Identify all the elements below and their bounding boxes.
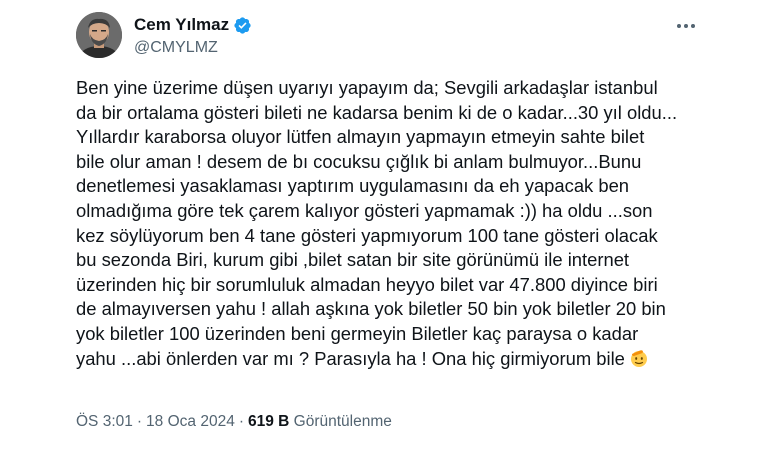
meta-separator: · bbox=[238, 413, 244, 430]
views-count: 619 B bbox=[247, 413, 290, 430]
display-name[interactable]: Cem Yılmaz bbox=[134, 15, 229, 35]
more-options-icon[interactable] bbox=[674, 16, 698, 36]
handle[interactable]: @CMYLMZ bbox=[134, 39, 252, 57]
tweet-text: Ben yine üzerime düşen uyarıyı yapayım d… bbox=[76, 76, 696, 371]
tweet-line: bu sezonda Biri, kurum gibi ,bilet satan… bbox=[76, 249, 630, 271]
tweet-date[interactable]: 18 Oca 2024 bbox=[146, 413, 235, 430]
tweet-line: yahu ...abi önlerden var mı ? Parasıyla … bbox=[76, 347, 625, 369]
meta-separator: · bbox=[136, 413, 143, 430]
tweet-line: yok biletler 100 üzerinden beni germeyin… bbox=[76, 322, 639, 344]
views-label: Görüntülenme bbox=[293, 413, 392, 430]
tweet-line: de almayıversen yahu ! allah aşkına yok … bbox=[76, 298, 666, 320]
tweet-line: Ben yine üzerime düşen uyarıyı yapayım d… bbox=[76, 77, 658, 98]
tweet-line-last: yahu ...abi önlerden var mı ? Parasıyla … bbox=[76, 347, 696, 372]
tweet-line: denetlemesi yasaklaması yaptırım uygulam… bbox=[76, 175, 630, 197]
tweet[interactable]: Cem Yılmaz @CMYLMZ Ben yine üzerime düşe… bbox=[52, 0, 712, 450]
tweet-card: Cem Yılmaz @CMYLMZ Ben yine üzerime düşe… bbox=[0, 0, 760, 450]
avatar-image bbox=[76, 12, 122, 58]
verified-badge-icon[interactable] bbox=[233, 16, 252, 35]
tweet-line: üzerinden hiç bir sorumluluk almadan hey… bbox=[76, 273, 658, 295]
tweet-line: Yıllardır karaborsa oluyor lütfen almayı… bbox=[76, 126, 645, 148]
tweet-line: olmadığıma göre tek çarem kalıyor göster… bbox=[76, 199, 653, 221]
saluting-face-emoji-icon bbox=[629, 348, 649, 368]
author-block: Cem Yılmaz @CMYLMZ bbox=[134, 14, 252, 57]
avatar[interactable] bbox=[76, 12, 122, 58]
name-row: Cem Yılmaz bbox=[134, 14, 252, 36]
tweet-time[interactable]: ÖS 3:01 bbox=[76, 413, 133, 430]
tweet-line: kez söylüyorum ben 4 tane gösteri yapmıy… bbox=[76, 224, 658, 246]
tweet-line: bile olur aman ! desem de bı cocuksu çığ… bbox=[76, 150, 642, 172]
tweet-line: da bir ortalama gösteri bileti ne kadars… bbox=[76, 101, 678, 123]
tweet-metadata: ÖS 3:01 · 18 Oca 2024 · 619 B Görüntülenme bbox=[76, 413, 392, 431]
